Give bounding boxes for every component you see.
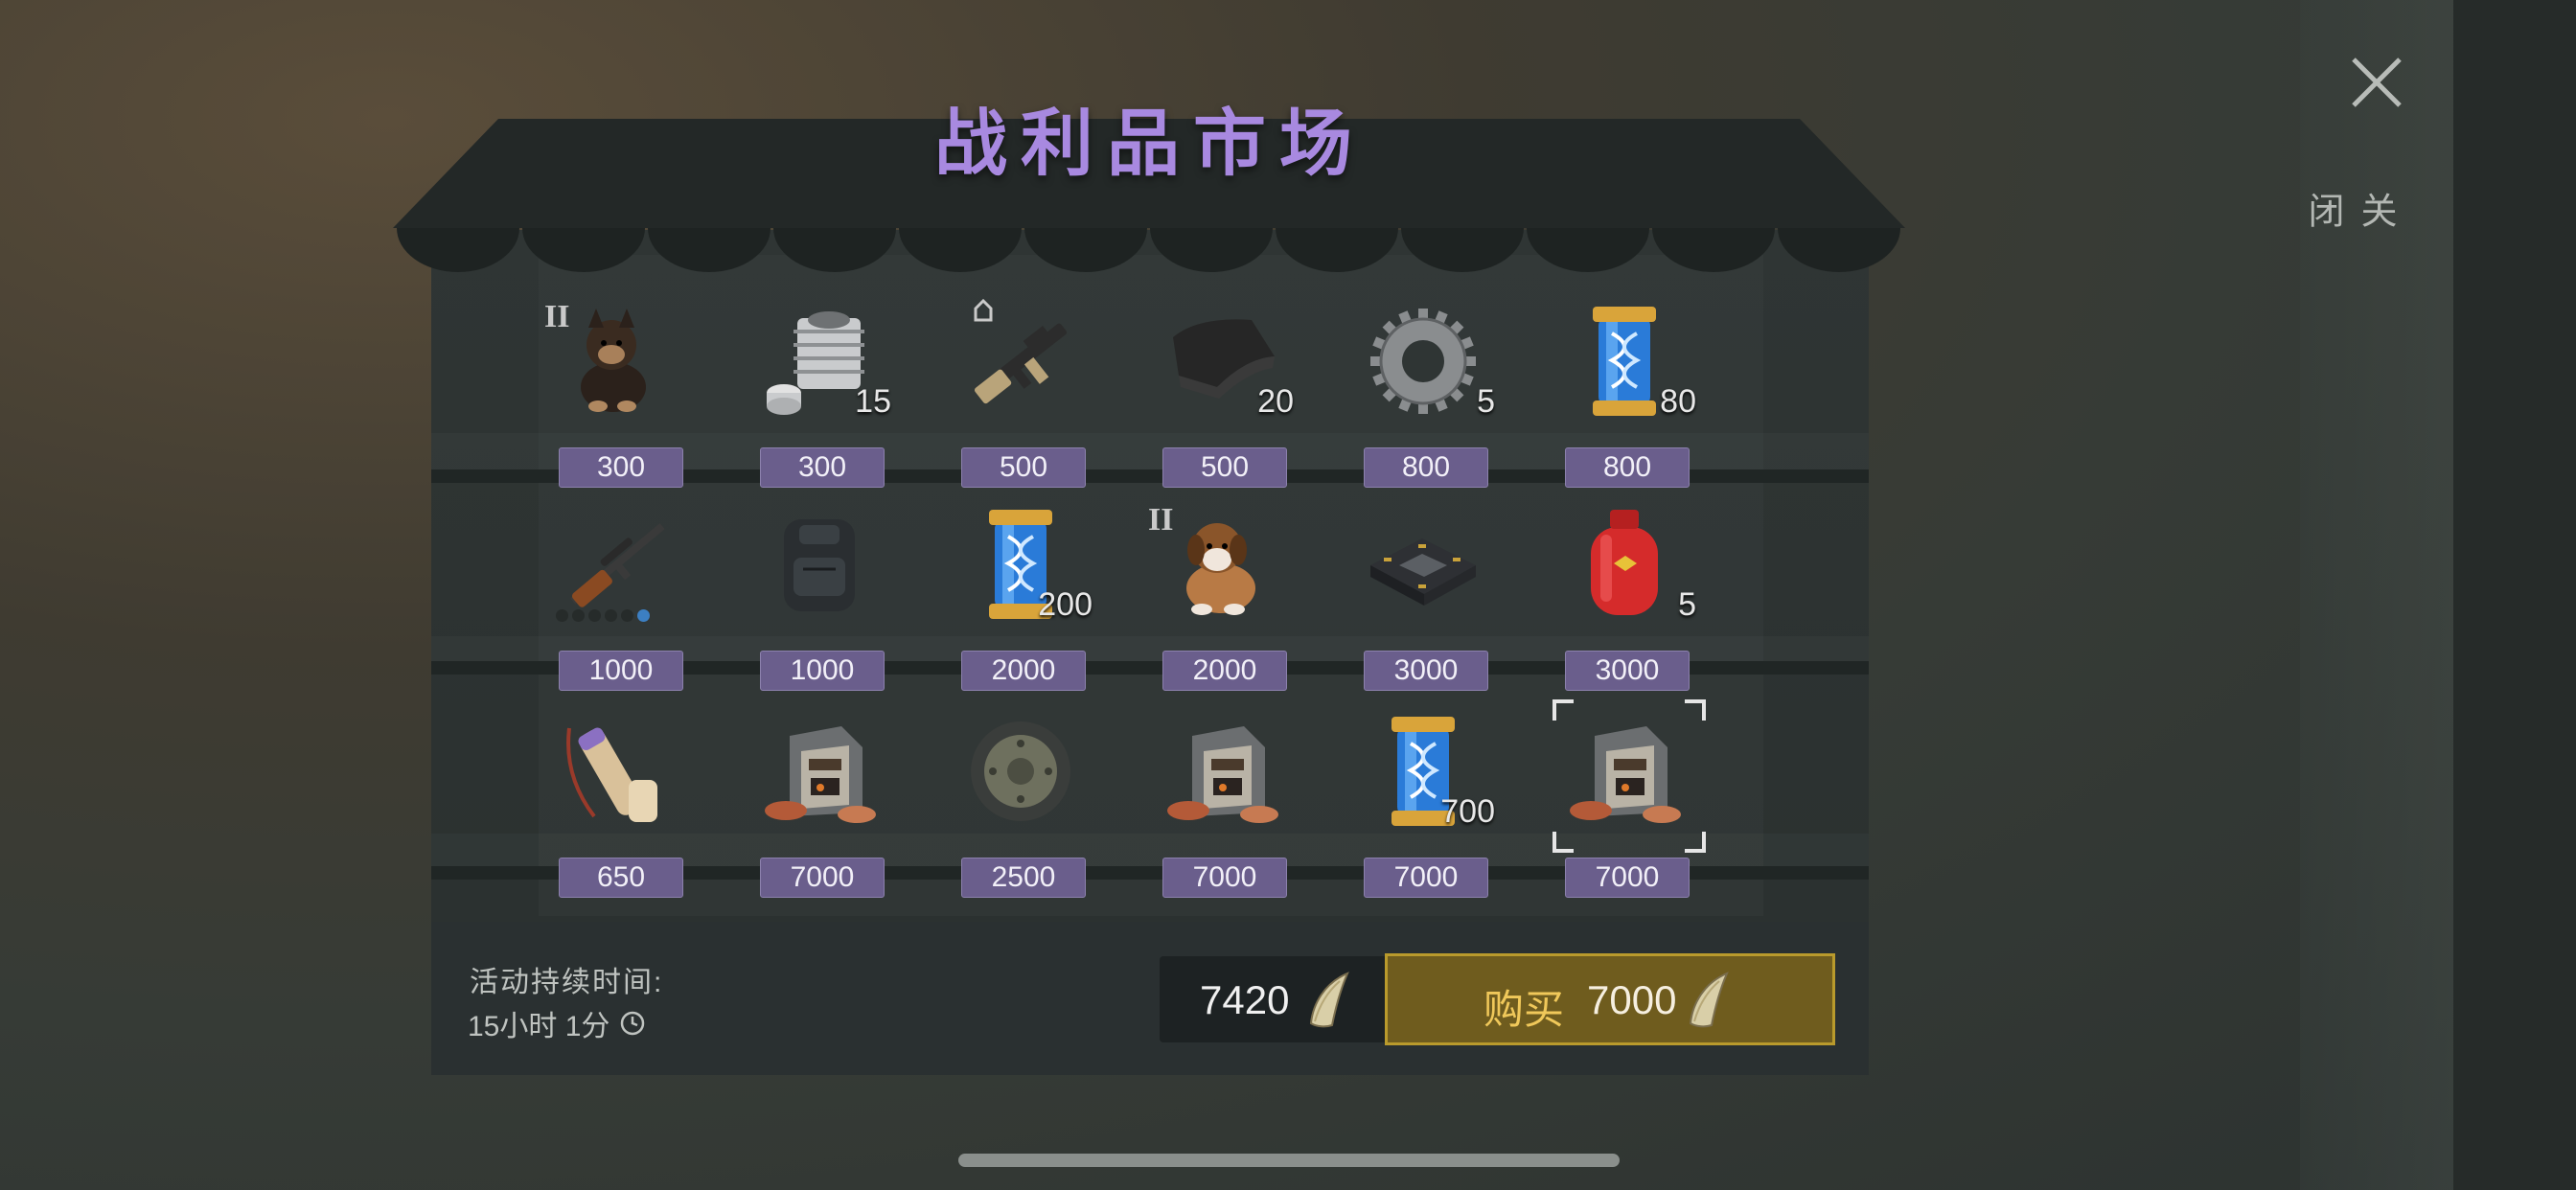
- tier-badge: II: [544, 299, 570, 334]
- item-quantity: 200: [1038, 586, 1092, 623]
- sniper-rifle-icon: [570, 522, 665, 607]
- close-icon: [2352, 57, 2402, 107]
- item-dog-saint-bernard[interactable]: II 2000: [1140, 502, 1294, 703]
- scroll-tube-icon: [566, 727, 657, 822]
- level-dot: [637, 609, 650, 622]
- item-dna-capsule[interactable]: 700 7000: [1342, 709, 1495, 910]
- duration-label: 活动持续时间:: [470, 967, 664, 998]
- item-backpack[interactable]: 1000: [738, 502, 891, 703]
- price-tag: 650: [559, 858, 683, 898]
- item-dna-capsule[interactable]: 200 2000: [939, 502, 1092, 703]
- gas-canister-icon: [1591, 510, 1658, 615]
- puppy-shepherd-icon: [581, 309, 646, 412]
- item-cloth[interactable]: 20 500: [1140, 299, 1294, 500]
- backpack-icon: [784, 519, 855, 611]
- clock-icon: [621, 1011, 645, 1036]
- item-sniper-rifle[interactable]: 1000: [537, 502, 690, 703]
- price-tag: 500: [1162, 447, 1287, 488]
- item-quantity: 15: [855, 383, 891, 420]
- screen-edge: [2453, 0, 2576, 1190]
- item-quantity: 700: [1440, 793, 1495, 830]
- price-tag: 1000: [760, 651, 885, 691]
- price-tag: 2000: [1162, 651, 1287, 691]
- price-tag: 800: [1565, 447, 1690, 488]
- level-dot: [572, 609, 585, 622]
- fang-tooth-icon: [1309, 972, 1349, 1028]
- level-dot: [556, 609, 568, 622]
- ore-crate-icon: [765, 726, 876, 823]
- close-label: 关闭: [2302, 192, 2395, 234]
- price-tag: 7000: [1364, 858, 1488, 898]
- item-engine-cylinder[interactable]: 15 300: [738, 299, 891, 500]
- duration-text: 15小时 1分: [468, 1011, 610, 1042]
- market-title: 战利品市场: [934, 103, 1366, 185]
- price-tag: 3000: [1364, 651, 1488, 691]
- item-quantity: 80: [1660, 383, 1696, 420]
- price-tag: 1000: [559, 651, 683, 691]
- price-tag: 3000: [1565, 651, 1690, 691]
- buy-button[interactable]: 购买 7000: [1385, 953, 1835, 1045]
- item-circuit-chip[interactable]: 3000: [1342, 502, 1495, 703]
- item-gas-canister[interactable]: 5 3000: [1543, 502, 1696, 703]
- level-dot: [621, 609, 633, 622]
- duration-value: 15小时 1分: [468, 1002, 646, 1044]
- close-button[interactable]: 关闭: [2302, 48, 2415, 234]
- home-indicator[interactable]: [958, 1154, 1620, 1167]
- price-tag: 2500: [961, 858, 1086, 898]
- gear-icon: [1370, 309, 1476, 414]
- assault-rifle-icon: [974, 299, 1068, 404]
- puppy-saint-bernard-icon: [1186, 523, 1255, 615]
- item-quantity: 20: [1257, 383, 1294, 420]
- currency-balance: 7420: [1160, 956, 1390, 1042]
- upgrade-level-dots: [556, 609, 650, 622]
- item-scroll-tube[interactable]: 650: [537, 709, 690, 910]
- price-tag: 7000: [760, 858, 885, 898]
- wheel-icon: [971, 721, 1070, 821]
- price-tag: 300: [760, 447, 885, 488]
- item-quantity: 5: [1678, 586, 1696, 623]
- ore-crate-icon: [1167, 726, 1278, 823]
- balance-amount: 7420: [1200, 977, 1290, 1022]
- price-tag: 7000: [1565, 858, 1690, 898]
- price-tag: 800: [1364, 447, 1488, 488]
- item-ore-crate-sand[interactable]: 7000: [1140, 709, 1294, 910]
- price-tag: 500: [961, 447, 1086, 488]
- fang-tooth-icon: [1689, 972, 1729, 1028]
- bottom-bar: 活动持续时间: 15小时 1分 7420 购买 7000: [431, 922, 1869, 1075]
- item-assault-rifle[interactable]: 500: [939, 299, 1092, 500]
- item-gear[interactable]: 5 800: [1342, 299, 1495, 500]
- selection-frame: [1552, 699, 1706, 853]
- item-wheel[interactable]: 2500: [939, 709, 1092, 910]
- buy-label: 购买: [1484, 987, 1565, 1032]
- item-dog-shepherd[interactable]: II 300: [537, 299, 690, 500]
- price-tag: 300: [559, 447, 683, 488]
- level-dot: [588, 609, 601, 622]
- price-tag: 2000: [961, 651, 1086, 691]
- item-quantity: 5: [1477, 383, 1495, 420]
- buy-price: 7000: [1587, 977, 1677, 1022]
- item-ore-crate-white[interactable]: 7000: [1543, 699, 1706, 910]
- item-ore-crate-red[interactable]: 7000: [738, 709, 891, 910]
- circuit-chip-icon: [1370, 538, 1476, 606]
- level-dot: [605, 609, 617, 622]
- tier-badge: II: [1148, 502, 1174, 538]
- price-tag: 7000: [1162, 858, 1287, 898]
- item-dna-capsule[interactable]: 80 800: [1543, 299, 1696, 500]
